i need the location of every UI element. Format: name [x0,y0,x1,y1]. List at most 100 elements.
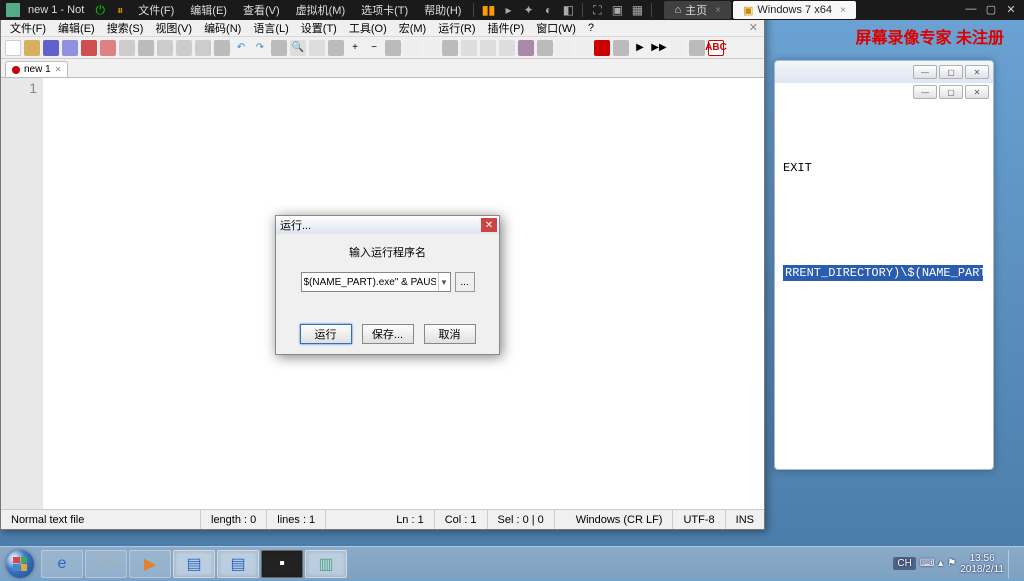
vm-active-tab[interactable]: ▣ Windows 7 x64 × [733,1,856,19]
document-tab[interactable]: new 1 ✕ [5,61,68,77]
run-button[interactable]: 运行 [300,324,352,344]
pause-icon[interactable]: ▮▮ [480,2,496,18]
menu-window[interactable]: 窗口(W) [531,20,581,36]
taskbar-npp[interactable]: ▥ [305,550,347,578]
vm-menu-edit[interactable]: 编辑(E) [182,2,235,18]
vm-menu-view[interactable]: 查看(V) [235,2,288,18]
macro-save-icon[interactable] [670,40,686,56]
close-tab-icon[interactable]: × [715,5,721,16]
close-all-icon[interactable] [100,40,116,56]
sync-h-icon[interactable] [423,40,439,56]
multimonitor-icon[interactable]: ▦ [629,2,645,18]
vm-unity-icon[interactable]: ◧ [560,2,576,18]
menu-file[interactable]: 文件(F) [5,20,51,36]
vm-power-icon[interactable]: ⏻ [92,2,108,18]
indent-guide-icon[interactable] [499,40,515,56]
menu-plugins[interactable]: 插件(P) [483,20,530,36]
vm-menu-file[interactable]: 文件(F) [130,2,182,18]
status-ln: Ln : 1 [386,510,435,529]
toolbar-separator [138,40,154,56]
dialog-close-button[interactable]: ✕ [481,218,497,232]
vm-snapshot-icon[interactable]: ✦ [520,2,536,18]
menu-language[interactable]: 语言(L) [248,20,293,36]
macro-stop-icon[interactable] [575,40,591,56]
action-center-icon[interactable]: ⚑ [947,558,956,569]
menu-settings[interactable]: 设置(T) [296,20,342,36]
save-all-icon[interactable] [62,40,78,56]
menu-macro[interactable]: 宏(M) [394,20,432,36]
npp-icon [6,3,20,17]
taskbar-cmd[interactable]: ▪ [261,550,303,578]
bg-inner-close[interactable]: ✕ [965,85,989,99]
allchars-icon[interactable] [480,40,496,56]
dropdown-arrow-icon[interactable]: ▼ [438,273,450,291]
menu-help[interactable]: ? [583,22,599,34]
undo-icon[interactable]: ↶ [233,40,249,56]
taskbar-doc[interactable]: ▤ [217,550,259,578]
ime-indicator[interactable]: CH [893,557,915,570]
macro-play-icon[interactable]: ▶ [632,40,648,56]
bg-inner-min[interactable]: — [913,85,937,99]
taskbar-ie[interactable]: e [41,550,83,578]
print-icon[interactable] [119,40,135,56]
menu-run[interactable]: 运行(R) [433,20,480,36]
cancel-button[interactable]: 取消 [424,324,476,344]
macro-record-icon[interactable] [556,40,572,56]
save-button[interactable]: 保存... [362,324,414,344]
menu-edit[interactable]: 编辑(E) [53,20,100,36]
fullscreen-icon[interactable]: ⛶ [589,2,605,18]
vm-suspend-icon[interactable]: ⏸ [112,2,128,18]
menu-search[interactable]: 搜索(S) [102,20,149,36]
wordwrap-icon[interactable] [461,40,477,56]
vm-menu-help[interactable]: 帮助(H) [416,2,469,18]
record-icon[interactable] [594,40,610,56]
close-file-icon[interactable] [81,40,97,56]
menu-tools[interactable]: 工具(O) [344,20,392,36]
vm-home-tab[interactable]: ⌂ 主页 × [664,1,731,19]
zoom-out-icon[interactable]: − [366,40,382,56]
taskbar-notepad[interactable]: ▤ [173,550,215,578]
close-tab-icon[interactable]: × [840,5,846,16]
sync-v-icon[interactable] [404,40,420,56]
cut-icon[interactable] [157,40,173,56]
browse-button[interactable]: ... [455,272,475,292]
vm-manage-icon[interactable]: ◐ [540,2,556,18]
new-file-icon[interactable] [5,40,21,56]
minimize-button[interactable]: — [962,2,980,16]
taskbar-wmp[interactable]: ▶ [129,550,171,578]
copy-icon[interactable] [176,40,192,56]
show-desktop-button[interactable] [1008,550,1016,578]
run-command-input[interactable] [302,273,438,291]
bg-close-button[interactable]: ✕ [965,65,989,79]
menu-encoding[interactable]: 编码(N) [199,20,246,36]
npp-x-button[interactable]: ✕ [744,21,764,34]
tab-close-icon[interactable]: ✕ [55,65,62,74]
doc-map-icon[interactable] [518,40,534,56]
tray-up-icon[interactable]: ▴ [938,558,943,569]
replace-icon[interactable] [309,40,325,56]
ime-options-icon[interactable]: ⌨ [920,558,934,569]
fullscreen-toggle-icon[interactable]: ▣ [609,2,625,18]
taskbar-explorer[interactable]: 🗀 [85,550,127,578]
maximize-button[interactable]: ▢ [982,2,1000,16]
dialog-title-bar[interactable]: 运行... ✕ [276,216,499,234]
vm-menu-vm[interactable]: 虚拟机(M) [288,2,354,18]
bg-inner-max[interactable]: ▢ [939,85,963,99]
bg-minimize-button[interactable]: — [913,65,937,79]
macro-fast-icon[interactable]: ▶▶ [651,40,667,56]
start-button[interactable] [0,547,40,581]
save-icon[interactable] [43,40,59,56]
close-button[interactable]: ✕ [1002,2,1020,16]
bg-maximize-button[interactable]: ▢ [939,65,963,79]
menu-view[interactable]: 视图(V) [150,20,197,36]
clock[interactable]: 13:56 2018/2/11 [960,553,1004,575]
run-command-combo[interactable]: ▼ [301,272,451,292]
paste-icon[interactable] [195,40,211,56]
zoom-in-icon[interactable]: + [347,40,363,56]
redo-icon[interactable]: ↷ [252,40,268,56]
vm-menu-tabs[interactable]: 选项卡(T) [353,2,416,18]
open-file-icon[interactable] [24,40,40,56]
spellcheck-icon[interactable]: ABC [708,40,724,56]
find-icon[interactable]: 🔍 [290,40,306,56]
vm-tool-icon[interactable]: ▸ [500,2,516,18]
